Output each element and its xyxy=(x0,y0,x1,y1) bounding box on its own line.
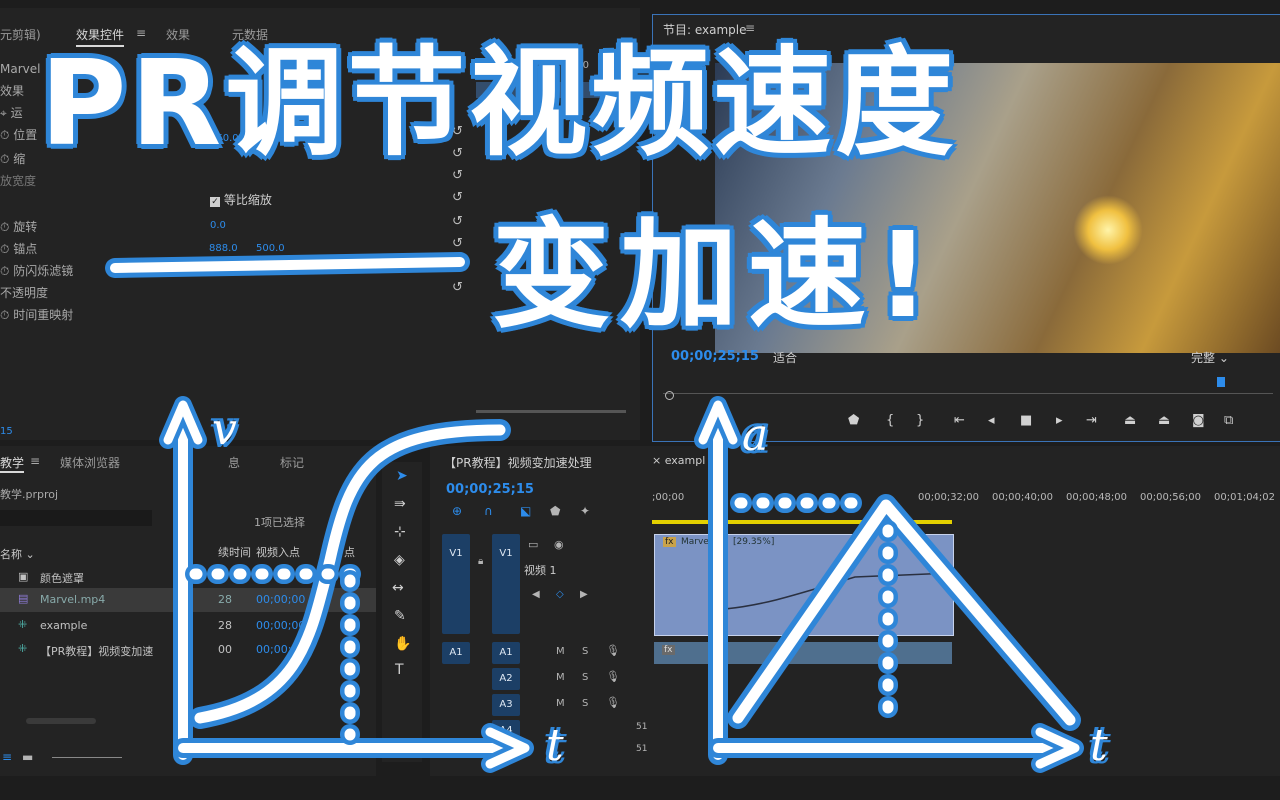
overlay-title-line2: 变加速! xyxy=(492,206,940,344)
graph2-y-label: a xyxy=(742,410,769,461)
overlay-title-line1: PR调节视频速度 xyxy=(40,34,958,172)
graph1-x-label: t xyxy=(546,720,564,771)
graph2-x-label: t xyxy=(1090,720,1108,771)
graph1-y-label: v xyxy=(212,404,237,455)
